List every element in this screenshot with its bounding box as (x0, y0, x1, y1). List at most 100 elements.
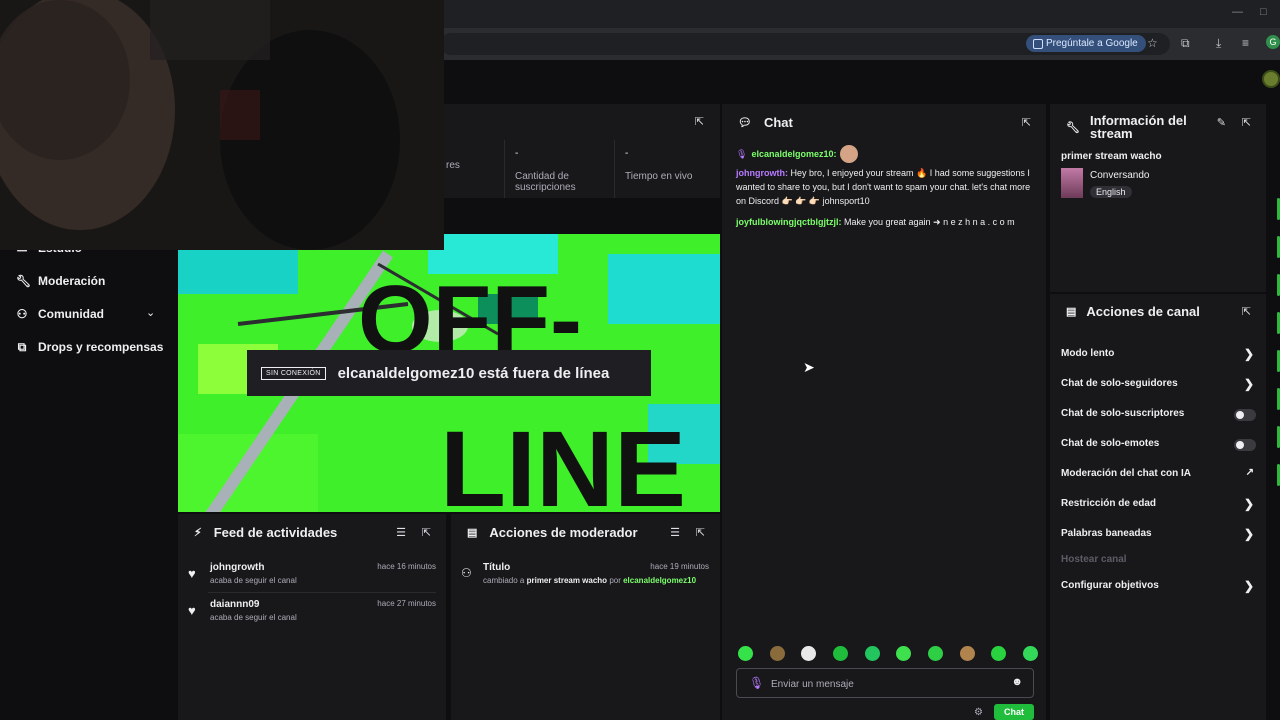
action-age-restriction[interactable]: Restricción de edad ❯ (1061, 497, 1256, 514)
panel-title: Chat (763, 114, 793, 130)
document-icon: ▤ (467, 526, 478, 539)
download-icon[interactable]: ⤓ (1216, 36, 1221, 51)
popout-icon[interactable]: ⇱ (696, 526, 705, 539)
popout-icon[interactable]: ⇱ (1242, 116, 1251, 129)
emote-picker-row (738, 646, 1038, 662)
action-label: Palabras baneadas (1061, 528, 1152, 539)
user-edit-icon: ⚇ (461, 566, 472, 580)
maximize-window-icon[interactable]: □ (1260, 6, 1267, 18)
wrench-icon: 🔧︎ (16, 274, 32, 288)
chat-message: joyfulblowingjqctblgjtzjl: Make you grea… (736, 215, 1034, 229)
lightning-icon: ⚡︎ (194, 526, 202, 539)
action-label: Chat de solo-seguidores (1061, 378, 1178, 389)
emote-8[interactable] (959, 646, 975, 661)
mic-badge-icon: 🎙︎ (736, 149, 748, 159)
bookmark-star-icon[interactable]: ☆ (1147, 36, 1158, 50)
stat-label: Cantidad de suscripciones (515, 171, 576, 193)
feed-action: acaba de seguir el canal (210, 576, 297, 585)
panel-header: 🔧︎ Información del stream (1050, 104, 1266, 150)
sidebar-item-community[interactable]: ⚇ Comunidad (16, 304, 104, 324)
feed-timestamp: hace 27 minutos (377, 599, 436, 608)
chat-input-box: 🎙︎ ☻ (736, 668, 1034, 698)
action-label: Configurar objetivos (1061, 580, 1159, 591)
action-subscribers-only: Chat de solo-suscriptores (1061, 408, 1256, 424)
mod-actions-panel: ▤ Acciones de moderador ☰ ⇱ ⚇ Título hac… (451, 514, 720, 720)
filter-icon[interactable]: ☰ (396, 526, 406, 539)
mod-action-time: hace 19 minutos (650, 562, 709, 571)
feed-username[interactable]: johngrowth (210, 562, 264, 573)
action-banned-words[interactable]: Palabras baneadas ❯ (1061, 527, 1256, 544)
action-emotes-only: Chat de solo-emotes (1061, 438, 1256, 454)
chat-username[interactable]: johngrowth: (736, 168, 788, 178)
popout-icon[interactable]: ⇱ (1242, 305, 1251, 318)
minimize-window-icon[interactable]: — (1232, 6, 1243, 18)
chevron-right-icon: ❯ (1243, 527, 1254, 541)
external-link-icon: ↗ (1245, 467, 1254, 478)
emote-6[interactable] (896, 646, 912, 661)
action-ai-moderation[interactable]: Moderación del chat con IA ↗ (1061, 467, 1256, 484)
emote-1[interactable] (738, 646, 753, 661)
user-avatar[interactable] (1262, 70, 1280, 88)
edit-pencil-icon[interactable]: ✎ (1217, 116, 1226, 129)
channel-actions-icon: ▤ (1066, 305, 1077, 318)
stat-followers: res (436, 140, 504, 198)
offline-message: elcanaldelgomez10 está fuera de línea (337, 364, 610, 382)
action-followers-only[interactable]: Chat de solo-seguidores ❯ (1061, 377, 1256, 394)
emoji-icon[interactable]: ☻ (1011, 676, 1023, 688)
emote-face (840, 145, 859, 163)
action-label: Hostear canal (1061, 554, 1127, 565)
action-slow-mode[interactable]: Modo lento ❯ (1061, 347, 1256, 364)
chevron-right-icon: ❯ (1243, 579, 1254, 593)
emote-9[interactable] (991, 646, 1007, 661)
action-label: Chat de solo-emotes (1061, 438, 1160, 449)
emote-4[interactable] (832, 646, 848, 661)
chevron-down-icon[interactable]: ⌄ (146, 306, 155, 319)
settings-gear-icon[interactable]: ⚙ (974, 707, 983, 718)
panel-title: Feed de actividades (213, 524, 338, 540)
popout-icon[interactable]: ⇱ (422, 526, 431, 539)
sidebar-item-label: Comunidad (38, 307, 104, 321)
chat-message: johngrowth: Hey bro, I enjoyed your stre… (736, 166, 1034, 208)
ask-google-button[interactable]: Pregúntale a Google (1026, 35, 1146, 52)
category-name[interactable]: Conversando (1090, 170, 1149, 181)
chevron-right-icon: ❯ (1243, 347, 1254, 361)
chat-bubble-icon: 💬︎ (738, 116, 752, 129)
action-configure-goals[interactable]: Configurar objetivos ❯ (1061, 579, 1256, 596)
community-icon: ⚇ (16, 307, 28, 321)
mic-badge-icon: 🎙︎ (749, 676, 765, 690)
emotes-only-toggle[interactable] (1234, 439, 1256, 451)
emote-3[interactable] (801, 646, 817, 661)
feed-username[interactable]: daiannn09 (210, 599, 259, 610)
language-tag[interactable]: English (1090, 186, 1132, 198)
category-box-art[interactable] (1061, 168, 1083, 198)
media-controls-icon[interactable]: ≡ (1242, 36, 1249, 50)
emote-10[interactable] (1022, 646, 1038, 661)
chat-message-input[interactable] (771, 677, 1001, 691)
emote-2[interactable] (769, 646, 785, 661)
chat-message: 🎙︎ elcanaldelgomez10: (736, 145, 1034, 163)
stream-info-panel: 🔧︎ Información del stream ✎ ⇱ primer str… (1050, 104, 1266, 292)
profile-avatar[interactable]: G (1266, 35, 1280, 49)
svg-text:LINE: LINE (440, 408, 686, 512)
detail-moderator[interactable]: elcanaldelgomez10 (623, 576, 696, 585)
sidebar-item-drops[interactable]: ⧉ Drops y recompensas (16, 337, 164, 357)
popout-icon[interactable]: ⇱ (695, 115, 704, 128)
sidebar-item-moderation[interactable]: 🔧︎ Moderación (16, 271, 105, 291)
channel-actions-panel: ▤ Acciones de canal ⇱ Modo lento ❯ Chat … (1050, 294, 1266, 720)
subscribers-only-toggle[interactable] (1234, 409, 1256, 421)
webcam-overlay (0, 0, 444, 250)
chat-username[interactable]: elcanaldelgomez10: (751, 147, 836, 161)
stat-label: Tiempo en vivo (625, 171, 693, 182)
extensions-icon[interactable]: ⧉ (1181, 36, 1190, 51)
action-label: Chat de solo-suscriptores (1061, 408, 1185, 419)
webcam-feed-image (0, 0, 444, 250)
emote-5[interactable] (864, 646, 880, 661)
chat-send-button[interactable]: Chat (994, 704, 1034, 720)
chat-username[interactable]: joyfulblowingjqctblgjtzjl: (736, 217, 841, 227)
filter-icon[interactable]: ☰ (670, 526, 680, 539)
action-host-channel: Hostear canal (1061, 554, 1256, 570)
emote-7[interactable] (927, 646, 943, 661)
popout-icon[interactable]: ⇱ (1022, 116, 1031, 129)
mod-action-item: ⚇ Título hace 19 minutos cambiado a prim… (451, 562, 719, 598)
feed-action: acaba de seguir el canal (210, 613, 297, 622)
